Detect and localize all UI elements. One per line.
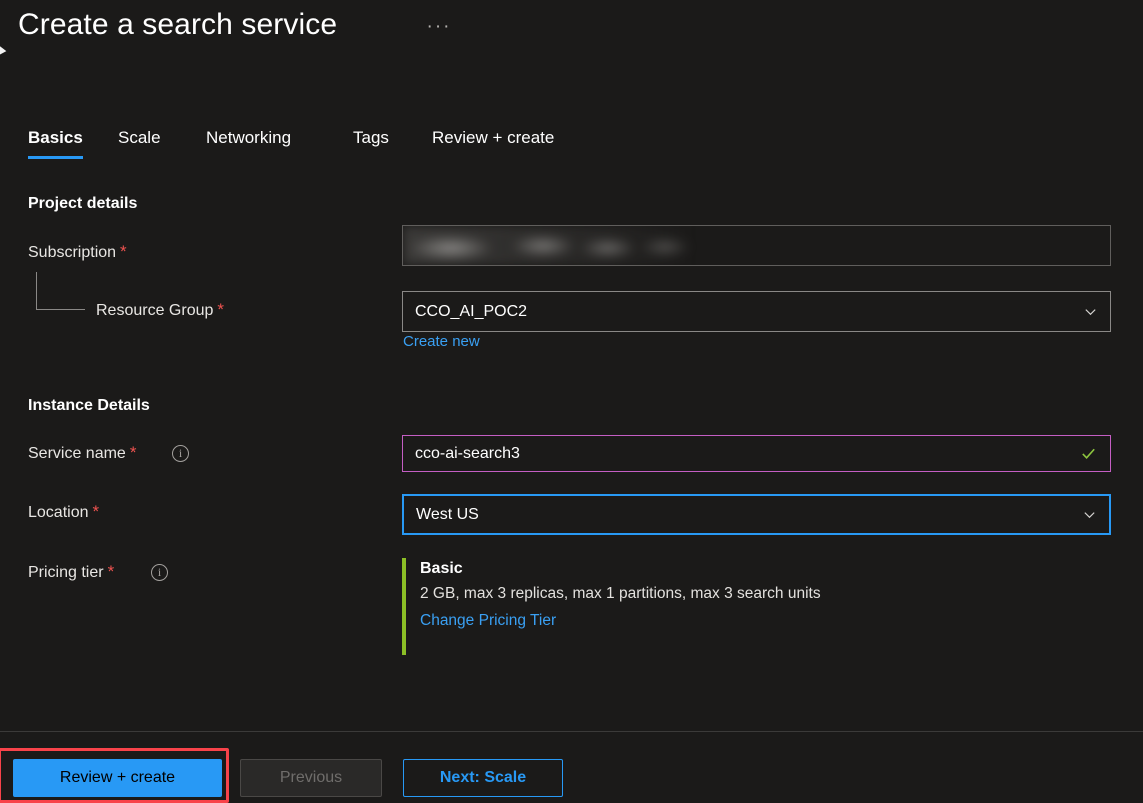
required-marker: * bbox=[217, 300, 224, 319]
location-value: West US bbox=[416, 506, 1081, 524]
required-marker: * bbox=[120, 242, 127, 261]
label-pricing-tier: Pricing tier* bbox=[28, 562, 114, 582]
tab-review-create[interactable]: Review + create bbox=[432, 128, 554, 159]
label-subscription: Subscription* bbox=[28, 242, 127, 262]
resource-group-dropdown[interactable]: CCO_AI_POC2 bbox=[402, 291, 1111, 332]
subscription-value-redacted bbox=[403, 226, 693, 265]
label-subscription-text: Subscription bbox=[28, 244, 116, 261]
footer-divider bbox=[0, 731, 1143, 732]
section-heading-project-details: Project details bbox=[28, 195, 137, 213]
subscription-dropdown[interactable] bbox=[402, 225, 1111, 266]
label-resource-group-text: Resource Group bbox=[96, 302, 213, 319]
location-dropdown[interactable]: West US bbox=[402, 494, 1111, 535]
previous-button: Previous bbox=[240, 759, 382, 797]
info-icon[interactable]: i bbox=[172, 445, 189, 462]
chevron-down-icon bbox=[1082, 304, 1098, 320]
tab-scale[interactable]: Scale bbox=[118, 128, 161, 159]
resource-group-value: CCO_AI_POC2 bbox=[415, 303, 1082, 321]
change-pricing-tier-link[interactable]: Change Pricing Tier bbox=[420, 608, 556, 634]
label-service-name-text: Service name bbox=[28, 445, 126, 462]
mouse-cursor-icon bbox=[0, 45, 7, 59]
service-name-value: cco-ai-search3 bbox=[415, 445, 1078, 463]
info-icon[interactable]: i bbox=[151, 564, 168, 581]
required-marker: * bbox=[130, 443, 137, 462]
tab-basics[interactable]: Basics bbox=[28, 128, 83, 159]
create-new-resource-group-link[interactable]: Create new bbox=[403, 333, 480, 350]
required-marker: * bbox=[108, 562, 115, 581]
required-marker: * bbox=[93, 502, 100, 521]
check-icon bbox=[1078, 444, 1098, 464]
label-pricing-tier-text: Pricing tier bbox=[28, 564, 104, 581]
chevron-down-icon bbox=[1081, 507, 1097, 523]
pricing-tier-name: Basic bbox=[420, 558, 1111, 580]
subscription-resource-group-connector bbox=[36, 272, 85, 310]
section-heading-instance-details: Instance Details bbox=[28, 397, 150, 415]
create-search-service-page: Create a search service ··· Basics Scale… bbox=[0, 0, 1143, 803]
label-service-name: Service name* bbox=[28, 443, 136, 463]
label-resource-group: Resource Group* bbox=[96, 300, 224, 320]
label-location: Location* bbox=[28, 502, 99, 522]
page-title: Create a search service bbox=[18, 8, 337, 42]
page-header: Create a search service ··· bbox=[0, 0, 1143, 62]
service-name-input[interactable]: cco-ai-search3 bbox=[402, 435, 1111, 472]
more-options-icon[interactable]: ··· bbox=[426, 19, 452, 41]
pricing-tier-description: 2 GB, max 3 replicas, max 1 partitions, … bbox=[420, 580, 1111, 608]
pricing-tier-card: Basic 2 GB, max 3 replicas, max 1 partit… bbox=[402, 558, 1111, 655]
next-scale-button[interactable]: Next: Scale bbox=[403, 759, 563, 797]
tab-networking[interactable]: Networking bbox=[206, 128, 291, 159]
label-location-text: Location bbox=[28, 504, 89, 521]
review-create-button[interactable]: Review + create bbox=[13, 759, 222, 797]
tab-tags[interactable]: Tags bbox=[353, 128, 389, 159]
